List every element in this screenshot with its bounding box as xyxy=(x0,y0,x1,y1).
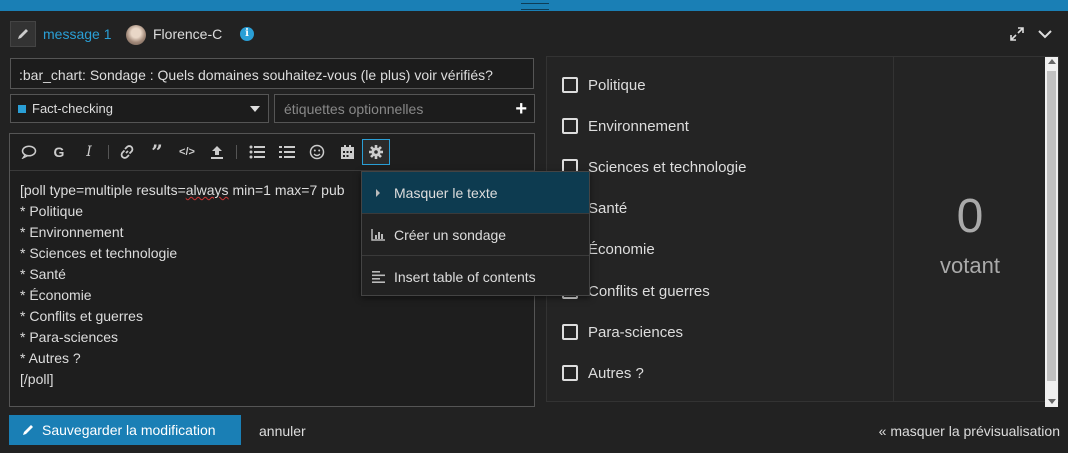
bold-icon[interactable]: G xyxy=(48,142,70,162)
editor-line: * Santé xyxy=(20,266,66,282)
calendar-icon[interactable] xyxy=(336,142,358,162)
top-accent-bar xyxy=(0,0,1068,11)
info-icon[interactable]: i xyxy=(240,27,254,41)
editor-line: * Environnement xyxy=(20,224,124,240)
category-label: Fact-checking xyxy=(32,101,113,116)
blockquote-icon[interactable]: ” xyxy=(146,140,168,164)
editor-content[interactable]: [poll type=multiple results=always min=1… xyxy=(20,180,345,390)
checkbox[interactable] xyxy=(562,118,578,134)
checkbox[interactable] xyxy=(562,77,578,93)
bullet-list-icon[interactable] xyxy=(246,142,268,162)
caret-down-icon xyxy=(250,105,260,112)
category-color-swatch xyxy=(18,104,26,113)
plus-icon[interactable]: + xyxy=(515,99,527,119)
pencil-icon xyxy=(21,423,35,437)
scroll-up-arrow-icon[interactable] xyxy=(1048,59,1056,64)
editor-line: [/poll] xyxy=(20,371,54,387)
save-button[interactable]: Sauvegarder la modification xyxy=(9,415,241,445)
category-select[interactable]: Fact-checking xyxy=(10,94,269,123)
menu-item-hide-text[interactable]: Masquer le texte xyxy=(362,172,589,213)
scrollbar-thumb[interactable] xyxy=(1047,71,1056,381)
code-icon[interactable]: </> xyxy=(176,142,198,162)
options-menu: Masquer le texte Créer un sondage Insert… xyxy=(361,171,590,296)
username[interactable]: Florence-C xyxy=(153,26,222,42)
poll-option[interactable]: Para-sciences xyxy=(562,321,683,343)
bar-chart-icon xyxy=(370,228,386,241)
message-link[interactable]: message 1 xyxy=(43,26,111,42)
editor-line: * Politique xyxy=(20,203,84,219)
toolbar-divider xyxy=(108,145,109,159)
editor-line: * Sciences et technologie xyxy=(20,245,178,261)
checkbox[interactable] xyxy=(562,324,578,340)
checkbox[interactable] xyxy=(562,365,578,381)
preview-scrollbar[interactable] xyxy=(1045,57,1058,407)
preview-panel: Politique Environnement Sciences et tech… xyxy=(546,56,1059,402)
poll-results: 0 votant xyxy=(893,57,1046,401)
voter-count: 0 xyxy=(956,190,984,243)
editor-line: * Conflits et guerres xyxy=(20,308,143,324)
editor-line: * Autres ? xyxy=(20,350,81,366)
gear-icon[interactable] xyxy=(362,139,390,165)
upload-icon[interactable] xyxy=(206,142,228,162)
editor-line: * Économie xyxy=(20,287,92,303)
topic-title-input[interactable]: :bar_chart: Sondage : Quels domaines sou… xyxy=(10,58,534,89)
poll-option[interactable]: Politique xyxy=(562,74,646,96)
cancel-link[interactable]: annuler xyxy=(259,423,306,439)
tags-input[interactable]: étiquettes optionnelles + xyxy=(274,94,535,123)
hide-preview-link[interactable]: « masquer la prévisualisation xyxy=(879,423,1060,439)
poll-option[interactable]: Environnement xyxy=(562,115,689,137)
toolbar-divider xyxy=(236,145,237,159)
link-icon[interactable] xyxy=(116,142,138,162)
editor-line: * Para-sciences xyxy=(20,329,119,345)
italic-icon[interactable]: I xyxy=(78,142,100,162)
tags-placeholder: étiquettes optionnelles xyxy=(284,100,424,117)
caret-right-icon xyxy=(370,188,386,198)
menu-item-insert-toc[interactable]: Insert table of contents xyxy=(362,256,589,297)
expand-icon[interactable] xyxy=(1009,26,1025,42)
voter-label: votant xyxy=(940,253,1000,278)
poll-option[interactable]: Autres ? xyxy=(562,362,644,384)
chevron-down-icon[interactable] xyxy=(1037,27,1053,41)
editor-toolbar: G I ” </> xyxy=(10,134,534,171)
edit-pencil-button[interactable] xyxy=(10,21,36,47)
editor-line: [poll type=multiple results=always min=1… xyxy=(20,182,345,198)
avatar[interactable] xyxy=(126,25,146,45)
align-left-icon xyxy=(370,270,386,283)
quote-icon[interactable] xyxy=(18,142,40,162)
menu-item-create-poll[interactable]: Créer un sondage xyxy=(362,214,589,255)
scroll-down-arrow-icon[interactable] xyxy=(1048,399,1056,404)
resize-grip[interactable] xyxy=(521,3,549,10)
numbered-list-icon[interactable] xyxy=(276,142,298,162)
pencil-icon xyxy=(18,29,28,39)
emoji-icon[interactable] xyxy=(306,142,328,162)
